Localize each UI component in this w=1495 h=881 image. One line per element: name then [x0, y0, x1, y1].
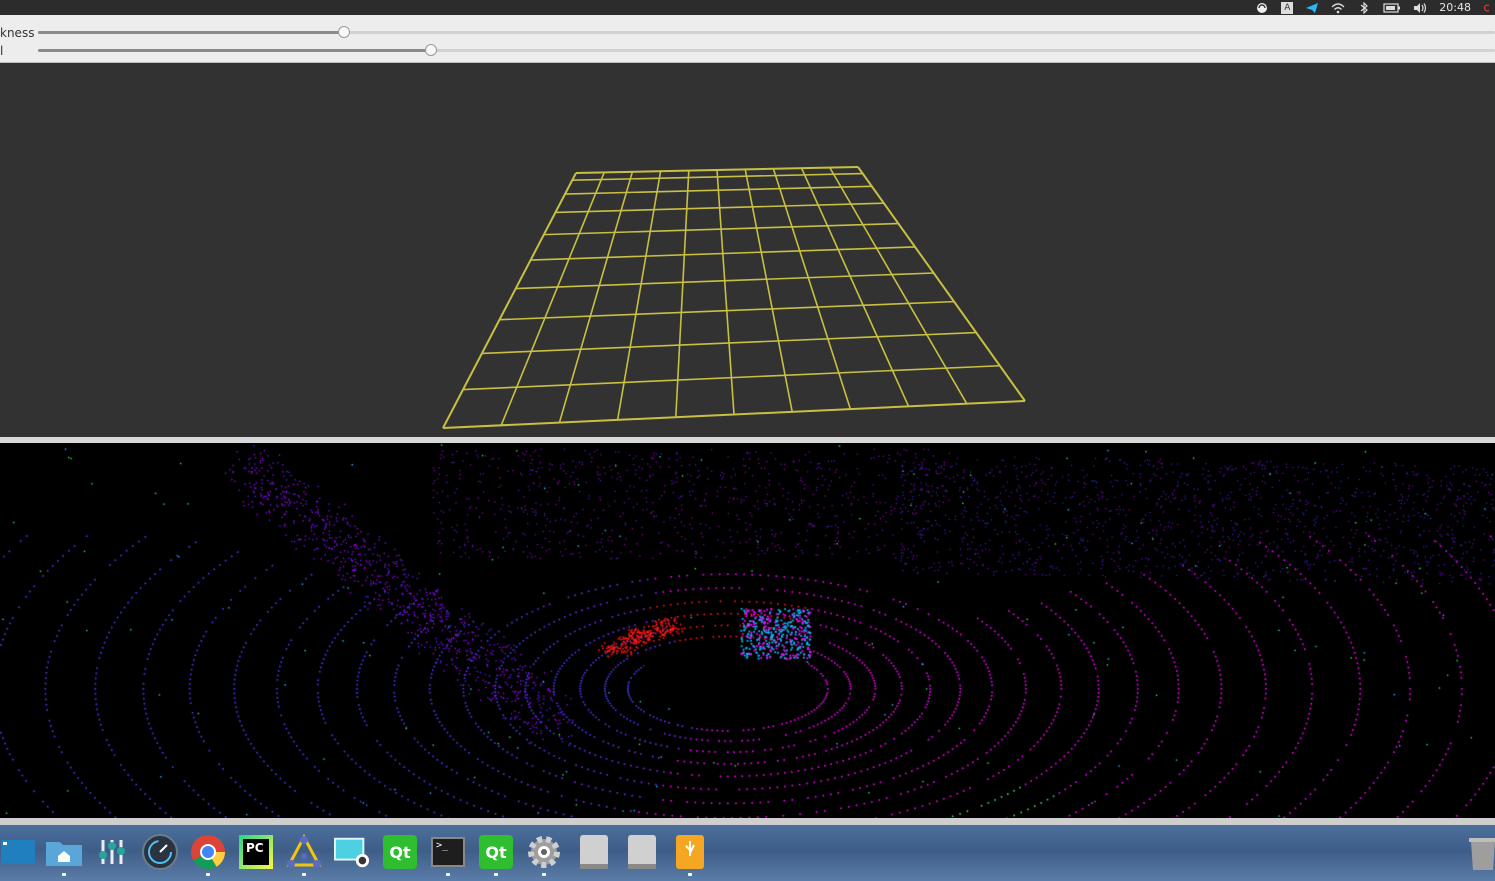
dock-item-terminal[interactable]: >_ — [430, 834, 466, 876]
telegram-icon[interactable] — [1305, 2, 1319, 14]
running-indicator — [542, 873, 546, 876]
dock-item-qtcreator[interactable]: Qt — [382, 834, 418, 870]
dock-item-drive-2[interactable] — [624, 834, 660, 870]
slider-fill — [38, 31, 344, 34]
grid-line-vertical — [616, 171, 662, 421]
dock-item-settings[interactable] — [526, 834, 562, 876]
wifi-icon[interactable] — [1331, 2, 1345, 14]
network-app-icon — [286, 834, 322, 868]
terminal-icon: >_ — [431, 837, 465, 867]
dock-item-pycharm[interactable]: PC — [238, 834, 274, 870]
volume-icon[interactable] — [1413, 2, 1427, 14]
pycharm-icon: PC — [239, 835, 273, 869]
chrome-icon — [191, 835, 225, 869]
qt-creator-icon-2: Qt — [479, 835, 513, 869]
slider-handle[interactable] — [425, 44, 438, 56]
sync-icon[interactable] — [1255, 2, 1269, 14]
slider-handle[interactable] — [337, 26, 350, 38]
top-system-bar: A 20:48 — [0, 0, 1495, 15]
lidar-point-cloud — [0, 443, 1495, 818]
running-indicator — [206, 873, 210, 876]
slider-label: kness — [0, 26, 35, 40]
pycharm-label: PC — [243, 839, 269, 865]
dock-item-mixer[interactable] — [94, 834, 130, 870]
workspace-switcher-icon — [1, 840, 35, 864]
system-settings-icon — [528, 836, 560, 868]
stacer-icon — [142, 834, 178, 870]
bluetooth-icon[interactable] — [1357, 1, 1371, 14]
home-folder-icon — [46, 842, 82, 866]
drive-icon-2 — [628, 835, 656, 869]
qt-creator-icon: Qt — [383, 835, 417, 869]
dock-item-home[interactable] — [46, 834, 82, 876]
dock-item-trash[interactable] — [1462, 834, 1495, 870]
dock-item-qtcreator-2[interactable]: Qt — [478, 834, 514, 876]
grid-line-vertical — [558, 171, 634, 423]
grid-3d-viewport[interactable] — [0, 63, 1495, 437]
mixer-settings-icon — [99, 840, 125, 864]
slider-track[interactable] — [38, 26, 1495, 38]
running-indicator — [688, 873, 692, 876]
slider-row-thickness: kness — [0, 23, 1495, 41]
battery-icon[interactable] — [1383, 2, 1401, 14]
usb-drive-icon — [676, 835, 704, 869]
grid-line-vertical — [829, 167, 968, 405]
keyboard-layout-icon[interactable]: A — [1281, 1, 1294, 14]
slider-label: l — [0, 44, 4, 58]
dock-item-stacer[interactable] — [142, 834, 178, 870]
screenshot-icon — [334, 837, 370, 868]
clock[interactable]: 20:48 — [1439, 1, 1471, 14]
slider-panel: kness l — [0, 15, 1495, 63]
ground-grid — [442, 166, 1026, 429]
system-tray: A 20:48 — [1255, 0, 1489, 15]
running-indicator — [494, 873, 498, 876]
grid-line-vertical — [500, 172, 605, 426]
dock-item-chrome[interactable] — [190, 834, 226, 876]
dock-item-usb[interactable] — [672, 834, 708, 876]
trash-icon — [1469, 838, 1495, 870]
running-indicator — [446, 873, 450, 876]
dock-item-workspaces[interactable] — [0, 834, 36, 870]
running-indicator — [62, 873, 66, 876]
dock-item-screenshot[interactable] — [334, 834, 370, 870]
slider-row-second: l — [0, 41, 1495, 59]
dock-item-drive[interactable] — [576, 834, 612, 870]
drive-icon — [580, 835, 608, 869]
slider-track[interactable] — [38, 44, 1495, 56]
viewport-divider-bottom — [0, 818, 1495, 825]
running-indicator — [302, 873, 306, 876]
grid-line-vertical — [857, 166, 1026, 402]
power-icon[interactable] — [1483, 2, 1489, 14]
point-cloud-viewport[interactable] — [0, 443, 1495, 818]
grid-line-vertical — [442, 172, 577, 429]
dock-item-network-app[interactable] — [286, 834, 322, 876]
slider-fill — [38, 49, 432, 52]
dock: PC Qt >_ Qt — [0, 825, 1495, 881]
